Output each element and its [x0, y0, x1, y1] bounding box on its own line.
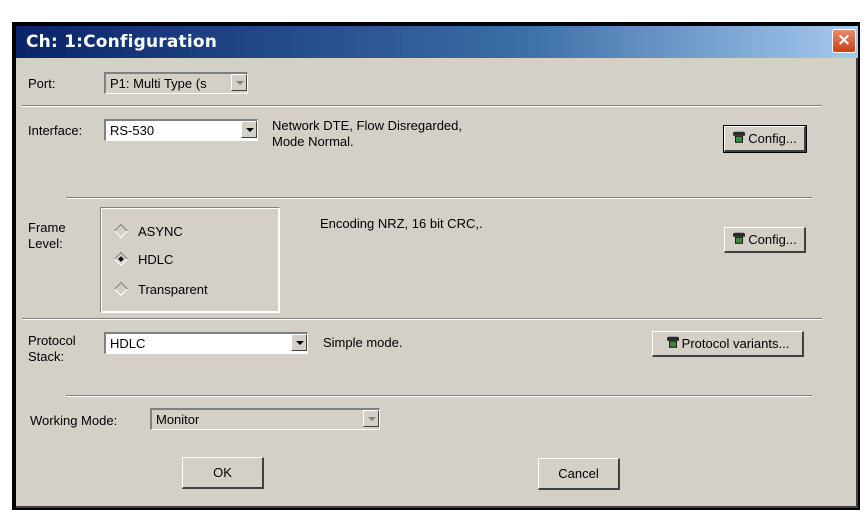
- interface-description-line2: Mode Normal.: [272, 134, 354, 149]
- frame-level-label-line1: Frame: [28, 220, 66, 235]
- working-mode-dropdown-button[interactable]: [363, 410, 379, 427]
- frame-level-label-line2: Level:: [28, 236, 63, 251]
- cancel-button[interactable]: Cancel: [538, 458, 620, 490]
- window-title: Ch: 1:Configuration: [26, 32, 218, 52]
- interface-select[interactable]: RS-530: [104, 119, 258, 141]
- protocol-variants-button[interactable]: Protocol variants...: [652, 331, 804, 357]
- ok-button[interactable]: OK: [182, 457, 264, 489]
- cancel-button-label: Cancel: [558, 465, 599, 481]
- network-config-icon: [666, 336, 680, 348]
- frame-level-description: Encoding NRZ, 16 bit CRC,.: [320, 216, 483, 231]
- working-mode-select[interactable]: Monitor: [150, 408, 380, 430]
- port-select-value: P1: Multi Type (s: [110, 76, 207, 91]
- close-button[interactable]: ×: [832, 29, 856, 53]
- ok-button-label: OK: [213, 464, 232, 480]
- interface-dropdown-button[interactable]: [241, 121, 257, 138]
- title-bar[interactable]: Ch: 1:Configuration ×: [16, 26, 858, 58]
- port-label: Port:: [28, 76, 56, 91]
- network-config-icon: [732, 131, 746, 143]
- separator: [22, 318, 822, 320]
- protocol-stack-select-value: HDLC: [110, 336, 146, 351]
- interface-select-value: RS-530: [110, 123, 155, 138]
- working-mode-label: Working Mode:: [30, 413, 118, 428]
- network-config-icon: [732, 232, 746, 244]
- protocol-stack-label-line1: Protocol: [28, 333, 76, 348]
- separator: [66, 395, 812, 397]
- frame-level-config-button[interactable]: Config...: [724, 227, 806, 253]
- chevron-down-icon: [236, 81, 244, 85]
- radio-hdlc-label: HDLC: [138, 252, 174, 267]
- interface-label: Interface:: [28, 123, 83, 138]
- chevron-down-icon: [296, 341, 304, 345]
- port-select[interactable]: P1: Multi Type (s: [104, 72, 248, 94]
- chevron-down-icon: [246, 128, 254, 132]
- interface-description-line1: Network DTE, Flow Disregarded,: [272, 118, 462, 133]
- protocol-stack-label-line2: Stack:: [28, 349, 65, 364]
- separator: [22, 105, 822, 107]
- configuration-dialog: Ch: 1:Configuration × Port: P1: Multi Ty…: [16, 26, 858, 508]
- frame-level-config-label: Config...: [748, 231, 797, 247]
- radio-async-label: ASYNC: [138, 224, 183, 239]
- protocol-stack-description: Simple mode.: [323, 335, 403, 350]
- working-mode-select-value: Monitor: [156, 412, 200, 427]
- radio-transparent-label: Transparent: [138, 282, 208, 297]
- interface-config-button[interactable]: Config...: [723, 125, 807, 153]
- close-icon: ×: [836, 30, 852, 50]
- separator: [66, 197, 812, 199]
- interface-config-label: Config...: [748, 130, 797, 146]
- protocol-stack-dropdown-button[interactable]: [291, 334, 307, 351]
- protocol-stack-select[interactable]: HDLC: [104, 332, 308, 354]
- chevron-down-icon: [368, 417, 376, 421]
- protocol-variants-label: Protocol variants...: [681, 335, 790, 351]
- port-dropdown-button[interactable]: [231, 74, 247, 91]
